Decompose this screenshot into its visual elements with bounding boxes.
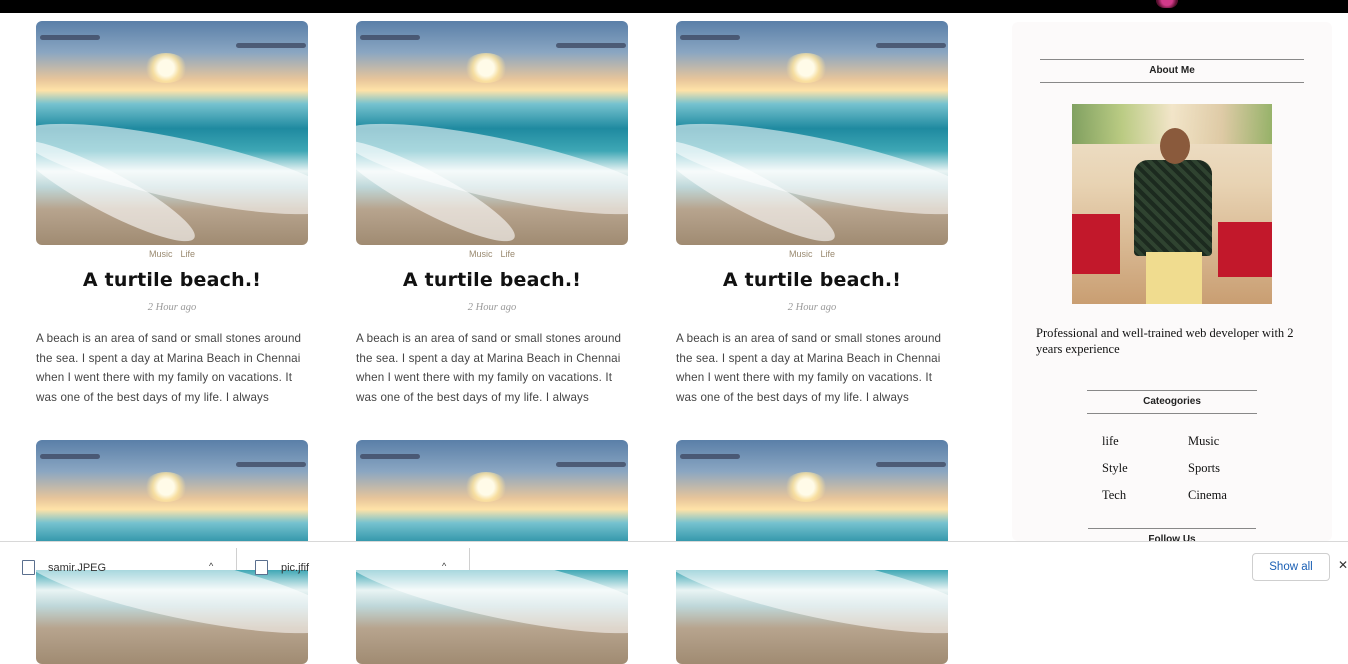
about-text: Professional and well-trained web develo… <box>1036 326 1294 356</box>
post-title[interactable]: A turtile beach.! <box>356 269 628 291</box>
top-bar <box>0 0 1348 13</box>
post-card: Music Life A turtile beach.! 2 Hour ago A… <box>36 21 308 407</box>
post-tags: Music Life <box>676 248 948 260</box>
category-link-music[interactable]: Music <box>1188 434 1219 449</box>
post-excerpt: A beach is an area of sand or small ston… <box>676 332 942 404</box>
post-excerpt: A beach is an area of sand or small ston… <box>36 332 302 404</box>
category-link-tech[interactable]: Tech <box>1102 488 1126 503</box>
post-title[interactable]: A turtile beach.! <box>36 269 308 291</box>
post-time: 2 Hour ago <box>467 302 517 313</box>
post-card: Music Life A turtile beach.! 2 Hour ago A… <box>676 21 948 407</box>
download-item[interactable]: pic.jfif ^ <box>237 542 469 575</box>
tag-link[interactable]: Life <box>181 249 196 259</box>
post-excerpt: A beach is an area of sand or small ston… <box>356 332 622 404</box>
category-link-sports[interactable]: Sports <box>1188 461 1220 476</box>
sidebar: About Me Professional and well-trained w… <box>1012 22 1332 552</box>
tag-link[interactable]: Music <box>469 249 493 259</box>
posts-grid: Music Life A turtile beach.! 2 Hour ago A… <box>0 13 1000 664</box>
file-icon <box>22 560 35 575</box>
tag-link[interactable]: Life <box>501 249 516 259</box>
download-item[interactable]: samir.JPEG ^ <box>0 542 236 575</box>
downloads-bar: samir.JPEG ^ pic.jfif ^ Show all ✕ <box>0 541 1348 581</box>
tag-link[interactable]: Music <box>149 249 173 259</box>
post-time: 2 Hour ago <box>787 302 837 313</box>
show-all-button[interactable]: Show all <box>1252 553 1330 581</box>
tag-link[interactable]: Music <box>789 249 813 259</box>
post-card: Music Life A turtile beach.! 2 Hour ago A… <box>356 21 628 407</box>
post-thumbnail[interactable] <box>36 21 308 245</box>
download-filename: pic.jfif <box>281 562 310 574</box>
post-title[interactable]: A turtile beach.! <box>676 269 948 291</box>
avatar[interactable] <box>1156 0 1178 8</box>
categories-heading: Cateogories <box>1087 390 1257 414</box>
category-link-cinema[interactable]: Cinema <box>1188 488 1227 503</box>
category-link-style[interactable]: Style <box>1102 461 1128 476</box>
about-photo <box>1072 104 1272 304</box>
file-icon <box>255 560 268 575</box>
download-filename: samir.JPEG <box>48 562 107 574</box>
about-heading: About Me <box>1040 59 1304 83</box>
tag-link[interactable]: Life <box>821 249 836 259</box>
post-tags: Music Life <box>356 248 628 260</box>
post-thumbnail[interactable] <box>356 21 628 245</box>
category-link-life[interactable]: life <box>1102 434 1119 449</box>
chevron-up-icon[interactable]: ^ <box>209 561 213 571</box>
post-time: 2 Hour ago <box>147 302 197 313</box>
post-thumbnail[interactable] <box>676 21 948 245</box>
chevron-up-icon[interactable]: ^ <box>442 561 446 571</box>
close-icon[interactable]: ✕ <box>1338 558 1348 572</box>
post-tags: Music Life <box>36 248 308 260</box>
divider <box>469 548 470 570</box>
